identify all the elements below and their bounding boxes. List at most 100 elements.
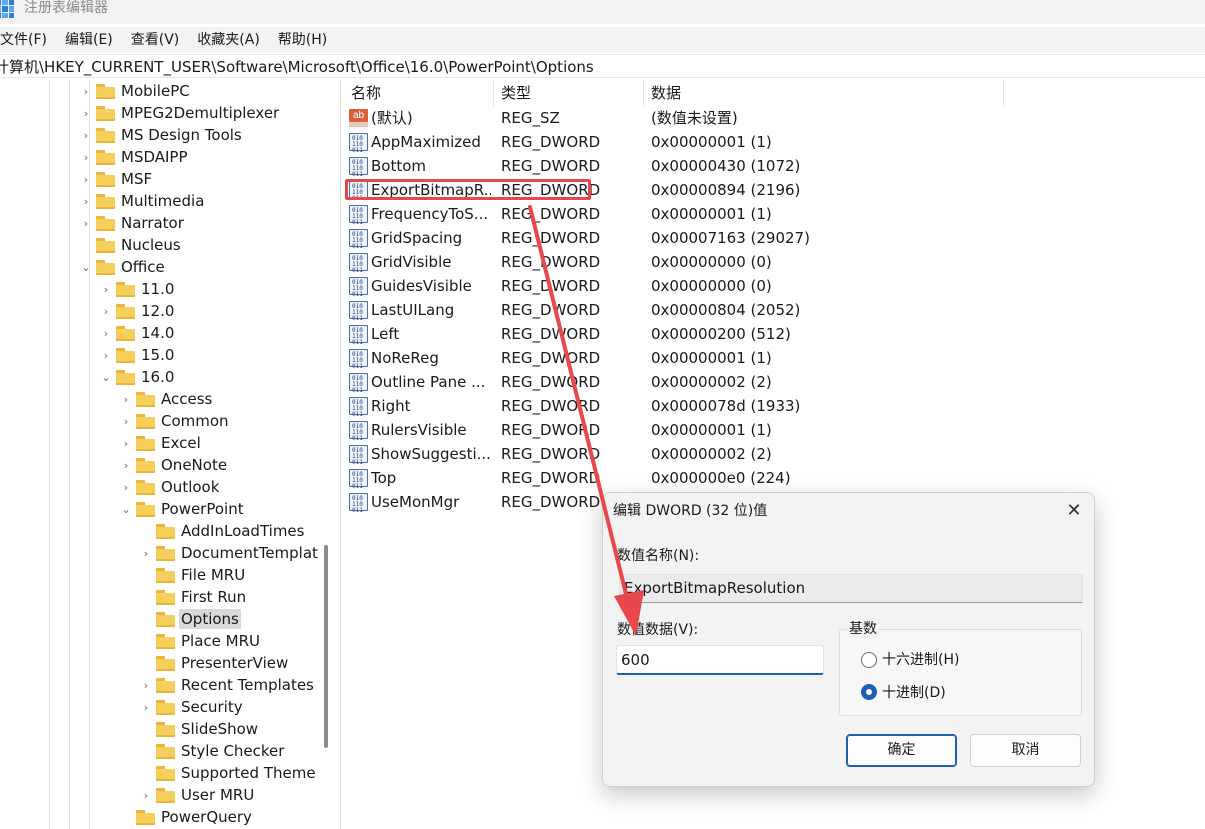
value-name[interactable]: Top [371, 468, 491, 488]
chevron-right-icon[interactable]: › [80, 190, 92, 212]
tree-item-label[interactable]: Access [159, 389, 214, 409]
value-name[interactable]: RulersVisible [371, 420, 491, 440]
chevron-right-icon[interactable]: › [80, 146, 92, 168]
tree-item-label[interactable]: Place MRU [179, 631, 262, 651]
tree-item-label[interactable]: Security [179, 697, 245, 717]
value-row[interactable]: 010 110 011 Right REG_DWORD 0x0000078d (1933) [341, 394, 1001, 418]
value-row[interactable]: ab (默认) REG_SZ (数值未设置) [341, 106, 1001, 130]
tree-item[interactable]: › Access [120, 388, 214, 410]
value-name[interactable]: AppMaximized [371, 132, 491, 152]
menu-edit[interactable]: 编辑(E) [56, 27, 122, 53]
menu-help[interactable]: 帮助(H) [269, 27, 336, 53]
value-row[interactable]: 010 110 011 Left REG_DWORD 0x00000200 (512) [341, 322, 1001, 346]
value-name[interactable]: (默认) [371, 108, 491, 128]
ok-button[interactable]: 确定 [846, 734, 957, 767]
chevron-right-icon[interactable]: › [80, 124, 92, 146]
tree-item[interactable]: › 15.0 [100, 344, 176, 366]
chevron-right-icon[interactable]: › [140, 784, 152, 806]
value-row[interactable]: 010 110 011 GuidesVisible REG_DWORD 0x0000000… [341, 274, 1001, 298]
value-name[interactable]: GuidesVisible [371, 276, 491, 296]
chevron-right-icon[interactable]: › [120, 432, 132, 454]
tree-item[interactable]: SlideShow [140, 718, 260, 740]
tree-item[interactable]: › Security [140, 696, 245, 718]
tree-item[interactable]: › Recent Templates [140, 674, 316, 696]
tree-item-label[interactable]: MobilePC [119, 81, 192, 101]
value-row[interactable]: 010 110 011 Top REG_DWORD 0x000000e0 (224) [341, 466, 1001, 490]
tree-item[interactable]: › OneNote [120, 454, 229, 476]
tree-item[interactable]: › 14.0 [100, 322, 176, 344]
tree-item[interactable]: Nucleus [80, 234, 183, 256]
tree-item-label[interactable]: Nucleus [119, 235, 183, 255]
tree-item-label[interactable]: PowerPoint [159, 499, 246, 519]
value-name[interactable]: Outline Pane ... [371, 372, 491, 392]
address-path[interactable]: 计算机\HKEY_CURRENT_USER\Software\Microsoft… [0, 57, 594, 77]
tree-item[interactable]: ⌄ PowerPoint [120, 498, 246, 520]
tree-item[interactable]: › Common [120, 410, 231, 432]
menu-view[interactable]: 查看(V) [122, 27, 189, 53]
tree-item[interactable]: PresenterView [140, 652, 290, 674]
decimal-radio[interactable] [861, 684, 877, 700]
value-row[interactable]: 010 110 011 GridVisible REG_DWORD 0x00000000 … [341, 250, 1001, 274]
tree-item[interactable]: › Multimedia [80, 190, 206, 212]
address-bar[interactable]: 计算机\HKEY_CURRENT_USER\Software\Microsoft… [0, 54, 1205, 78]
tree-item[interactable]: › 11.0 [100, 278, 176, 300]
tree-item[interactable]: › MobilePC [80, 80, 192, 102]
hex-radio[interactable] [861, 652, 877, 668]
column-header-type[interactable]: 类型 [501, 80, 531, 106]
decimal-radio-label[interactable]: 十进制(D) [882, 684, 946, 702]
tree-item[interactable]: Place MRU [140, 630, 262, 652]
tree-item[interactable]: File MRU [140, 564, 247, 586]
value-row[interactable]: 010 110 011 FrequencyToS... REG_DWORD 0x00000… [341, 202, 1001, 226]
chevron-right-icon[interactable]: › [80, 168, 92, 190]
chevron-right-icon[interactable]: › [100, 300, 112, 322]
chevron-right-icon[interactable]: › [120, 388, 132, 410]
tree-item[interactable]: › DocumentTemplat [140, 542, 320, 564]
value-name[interactable]: NoReReg [371, 348, 491, 368]
value-row[interactable]: 010 110 011 LastUILang REG_DWORD 0x00000804 (… [341, 298, 1001, 322]
tree-item-label[interactable]: 11.0 [139, 279, 176, 299]
column-header-data[interactable]: 数据 [651, 80, 681, 106]
value-name[interactable]: Bottom [371, 156, 491, 176]
tree-item-label[interactable]: MSF [119, 169, 154, 189]
value-name[interactable]: Right [371, 396, 491, 416]
tree-item[interactable]: First Run [140, 586, 248, 608]
tree-item-label[interactable]: Options [179, 609, 241, 629]
value-row[interactable]: 010 110 011 NoReReg REG_DWORD 0x00000001 (1) [341, 346, 1001, 370]
value-name[interactable]: LastUILang [371, 300, 491, 320]
chevron-down-icon[interactable]: ⌄ [100, 366, 112, 388]
tree-item[interactable]: ⌄ Office [80, 256, 167, 278]
tree-item[interactable]: AddInLoadTimes [140, 520, 306, 542]
tree-item[interactable]: › MSF [80, 168, 154, 190]
hex-radio-label[interactable]: 十六进制(H) [882, 651, 959, 669]
tree-item[interactable]: › User MRU [140, 784, 256, 806]
chevron-right-icon[interactable]: › [80, 80, 92, 102]
tree-item[interactable]: Style Checker [140, 740, 286, 762]
tree-item-label[interactable]: Supported Theme [179, 763, 318, 783]
tree-item-label[interactable]: AddInLoadTimes [179, 521, 306, 541]
chevron-right-icon[interactable]: › [120, 476, 132, 498]
chevron-right-icon[interactable]: › [100, 322, 112, 344]
tree-item-label[interactable]: MSDAIPP [119, 147, 190, 167]
column-header-name[interactable]: 名称 [351, 80, 381, 106]
tree-item-label[interactable]: Outlook [159, 477, 221, 497]
menu-favorites[interactable]: 收藏夹(A) [188, 27, 269, 53]
tree-item-label[interactable]: Excel [159, 433, 203, 453]
chevron-down-icon[interactable]: ⌄ [80, 256, 92, 278]
tree-item-label[interactable]: Multimedia [119, 191, 206, 211]
tree-item-label[interactable]: User MRU [179, 785, 256, 805]
value-row[interactable]: 010 110 011 Outline Pane ... REG_DWORD 0x0000… [341, 370, 1001, 394]
tree-item[interactable]: › Narrator [80, 212, 186, 234]
chevron-right-icon[interactable]: › [120, 454, 132, 476]
tree-item-label[interactable]: SlideShow [179, 719, 260, 739]
chevron-right-icon[interactable]: › [100, 344, 112, 366]
value-row[interactable]: 010 110 011 RulersVisible REG_DWORD 0x0000000… [341, 418, 1001, 442]
tree-item-label[interactable]: 12.0 [139, 301, 176, 321]
tree-item-label[interactable]: Office [119, 257, 167, 277]
value-name[interactable]: ShowSuggesti... [371, 444, 491, 464]
tree-item-label[interactable]: PresenterView [179, 653, 290, 673]
tree-item[interactable]: › Excel [120, 432, 203, 454]
tree-item-label[interactable]: Style Checker [179, 741, 286, 761]
value-row[interactable]: 010 110 011 Bottom REG_DWORD 0x00000430 (1072… [341, 154, 1001, 178]
tree-scrollbar[interactable] [324, 545, 328, 748]
tree-item-label[interactable]: Narrator [119, 213, 186, 233]
